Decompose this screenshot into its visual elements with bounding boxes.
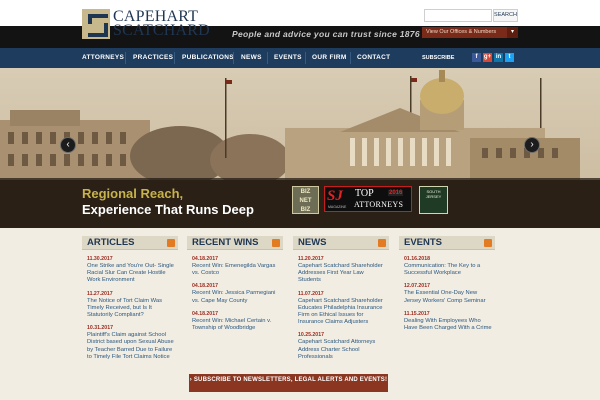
nav-divider bbox=[174, 52, 175, 64]
item-date: 04.18.2017 bbox=[192, 310, 218, 317]
column-title[interactable]: ARTICLES bbox=[87, 237, 135, 248]
offices-button-label: View Our Offices & Numbers bbox=[426, 29, 497, 35]
item-link[interactable]: The Essential One-Day New Jersey Workers… bbox=[404, 290, 493, 304]
item-link[interactable]: Recent Win: Emenegilda Vargas vs. Costco bbox=[192, 263, 281, 277]
item-link[interactable]: Communication: The Key to a Successful W… bbox=[404, 263, 493, 277]
tagline: People and advice you can trust since 18… bbox=[232, 29, 420, 39]
list-item[interactable]: 04.18.2017 Recent Win: Jessica Parmegian… bbox=[187, 283, 283, 304]
item-date: 04.18.2017 bbox=[192, 256, 218, 262]
attorneys-text: ATTORNEYS bbox=[354, 200, 404, 209]
logo-mark-icon bbox=[82, 9, 110, 39]
rss-icon[interactable] bbox=[272, 239, 280, 247]
logo-text: CAPEHART SCATCHARD bbox=[113, 9, 210, 39]
item-link[interactable]: Capehart Scatchard Shareholder Addresses… bbox=[298, 263, 387, 285]
nav-events[interactable]: EVENTS bbox=[274, 48, 302, 68]
list-item[interactable]: 10.25.2017 Capehart Scatchard Attorneys … bbox=[293, 332, 389, 361]
column-header: EVENTS bbox=[399, 236, 495, 250]
item-link[interactable]: The Notice of Tort Claim Was Timely Rece… bbox=[87, 298, 176, 320]
list-item[interactable]: 11.27.2017 The Notice of Tort Claim Was … bbox=[82, 291, 178, 320]
rss-icon[interactable] bbox=[378, 239, 386, 247]
nav-practices[interactable]: PRACTICES bbox=[133, 48, 173, 68]
nav-contact[interactable]: CONTACT bbox=[357, 48, 390, 68]
nav-our-firm[interactable]: OUR FIRM bbox=[312, 48, 347, 68]
subscribe-label[interactable]: SUBSCRIBE bbox=[422, 48, 454, 68]
item-link[interactable]: Capehart Scatchard Attorneys Address Cha… bbox=[298, 339, 387, 361]
column-title[interactable]: NEWS bbox=[298, 237, 327, 248]
subscribe-newsletter-button[interactable]: › SUBSCRIBE TO NEWSLETTERS, LEGAL ALERTS… bbox=[189, 374, 388, 392]
nav-divider bbox=[305, 52, 306, 64]
sj-top-attorneys-badge: SJ TOP 2016 ATTORNEYS MAGAZINE bbox=[324, 186, 412, 212]
nav-divider bbox=[267, 52, 268, 64]
item-date: 04.18.2017 bbox=[192, 283, 218, 290]
item-date: 10.25.2017 bbox=[298, 332, 324, 339]
linkedin-icon[interactable]: in bbox=[494, 53, 503, 62]
twitter-icon[interactable]: t bbox=[505, 53, 514, 62]
nav-divider bbox=[350, 52, 351, 64]
biz-award-badge: BIZ NET BIZ bbox=[292, 186, 319, 214]
biz-badge-text: BIZ NET BIZ bbox=[299, 189, 312, 213]
hero-headline-1: Regional Reach, bbox=[82, 186, 184, 201]
list-item[interactable]: 12.07.2017 The Essential One-Day New Jer… bbox=[399, 283, 495, 304]
column-title[interactable]: RECENT WINS bbox=[192, 237, 259, 248]
nav-divider bbox=[233, 52, 234, 64]
articles-column: ARTICLES 11.30.2017 One Strike and You'r… bbox=[82, 236, 178, 361]
facebook-icon[interactable]: f bbox=[472, 53, 481, 62]
south-jersey-badge: SOUTH JERSEY bbox=[419, 186, 448, 214]
logo-line-2: SCATCHARD bbox=[113, 22, 210, 39]
rss-icon[interactable] bbox=[484, 239, 492, 247]
sj-logo-text: SJ bbox=[327, 188, 343, 204]
recent-wins-column: RECENT WINS 04.18.2017 Recent Win: Emene… bbox=[187, 236, 283, 332]
item-date: 01.16.2018 bbox=[404, 256, 430, 262]
item-link[interactable]: Plaintiff's Claim against School Distric… bbox=[87, 332, 176, 361]
item-date: 11.27.2017 bbox=[87, 290, 113, 297]
site-logo[interactable]: CAPEHART SCATCHARD bbox=[82, 8, 210, 40]
news-column: NEWS 11.20.2017 Capehart Scatchard Share… bbox=[293, 236, 389, 361]
google-plus-icon[interactable]: g+ bbox=[483, 53, 492, 62]
item-date: 11.07.2017 bbox=[298, 290, 324, 297]
hero-prev-button[interactable]: ‹ bbox=[60, 137, 76, 153]
item-link[interactable]: One Strike and You're Out- Single Racial… bbox=[87, 263, 176, 285]
item-date: 11.20.2017 bbox=[298, 256, 324, 262]
column-title[interactable]: EVENTS bbox=[404, 237, 442, 248]
badge-year: 2016 bbox=[388, 190, 404, 196]
item-link[interactable]: Recent Win: Michael Certain v. Township … bbox=[192, 318, 281, 332]
magazine-text: MAGAZINE bbox=[328, 205, 347, 209]
nav-publications[interactable]: PUBLICATIONS bbox=[182, 48, 234, 68]
hero-headline-2: Experience That Runs Deep bbox=[82, 202, 254, 217]
nav-attorneys[interactable]: ATTORNEYS bbox=[82, 48, 124, 68]
item-date: 11.30.2017 bbox=[87, 256, 113, 262]
site-header: CAPEHART SCATCHARD People and advice you… bbox=[0, 0, 600, 48]
search-button[interactable]: SEARCH bbox=[493, 9, 518, 22]
list-item[interactable]: 04.18.2017 Recent Win: Michael Certain v… bbox=[187, 311, 283, 332]
search-input[interactable] bbox=[424, 9, 492, 22]
list-item[interactable]: 10.31.2017 Plaintiff's Claim against Sch… bbox=[82, 325, 178, 361]
south-jersey-text: SOUTH JERSEY bbox=[425, 189, 442, 199]
rss-icon[interactable] bbox=[167, 239, 175, 247]
events-column: EVENTS 01.16.2018 Communication: The Key… bbox=[399, 236, 495, 332]
list-item[interactable]: 11.30.2017 One Strike and You're Out- Si… bbox=[82, 256, 178, 285]
item-link[interactable]: Recent Win: Jessica Parmegiani vs. Cape … bbox=[192, 290, 281, 304]
column-header: ARTICLES bbox=[82, 236, 178, 250]
item-date: 12.07.2017 bbox=[404, 283, 430, 290]
chevron-down-icon: ▾ bbox=[507, 27, 518, 38]
list-item[interactable]: 11.07.2017 Capehart Scatchard Shareholde… bbox=[293, 291, 389, 327]
item-link[interactable]: Capehart Scatchard Shareholder Educates … bbox=[298, 298, 387, 327]
list-item[interactable]: 01.16.2018 Communication: The Key to a S… bbox=[399, 256, 495, 277]
hero-next-button[interactable]: › bbox=[524, 137, 540, 153]
main-nav: ATTORNEYS PRACTICES PUBLICATIONS NEWS EV… bbox=[0, 48, 600, 68]
offices-dropdown-button[interactable]: View Our Offices & Numbers ▾ bbox=[422, 27, 518, 38]
item-date: 11.15.2017 bbox=[404, 310, 430, 317]
column-header: RECENT WINS bbox=[187, 236, 283, 250]
top-text: TOP bbox=[355, 188, 374, 199]
list-item[interactable]: 11.20.2017 Capehart Scatchard Shareholde… bbox=[293, 256, 389, 285]
nav-news[interactable]: NEWS bbox=[241, 48, 262, 68]
list-item[interactable]: 04.18.2017 Recent Win: Emenegilda Vargas… bbox=[187, 256, 283, 277]
column-header: NEWS bbox=[293, 236, 389, 250]
nav-divider bbox=[125, 52, 126, 64]
list-item[interactable]: 11.15.2017 Dealing With Employees Who Ha… bbox=[399, 311, 495, 332]
item-link[interactable]: Dealing With Employees Who Have Been Cha… bbox=[404, 318, 493, 332]
item-date: 10.31.2017 bbox=[87, 325, 113, 332]
